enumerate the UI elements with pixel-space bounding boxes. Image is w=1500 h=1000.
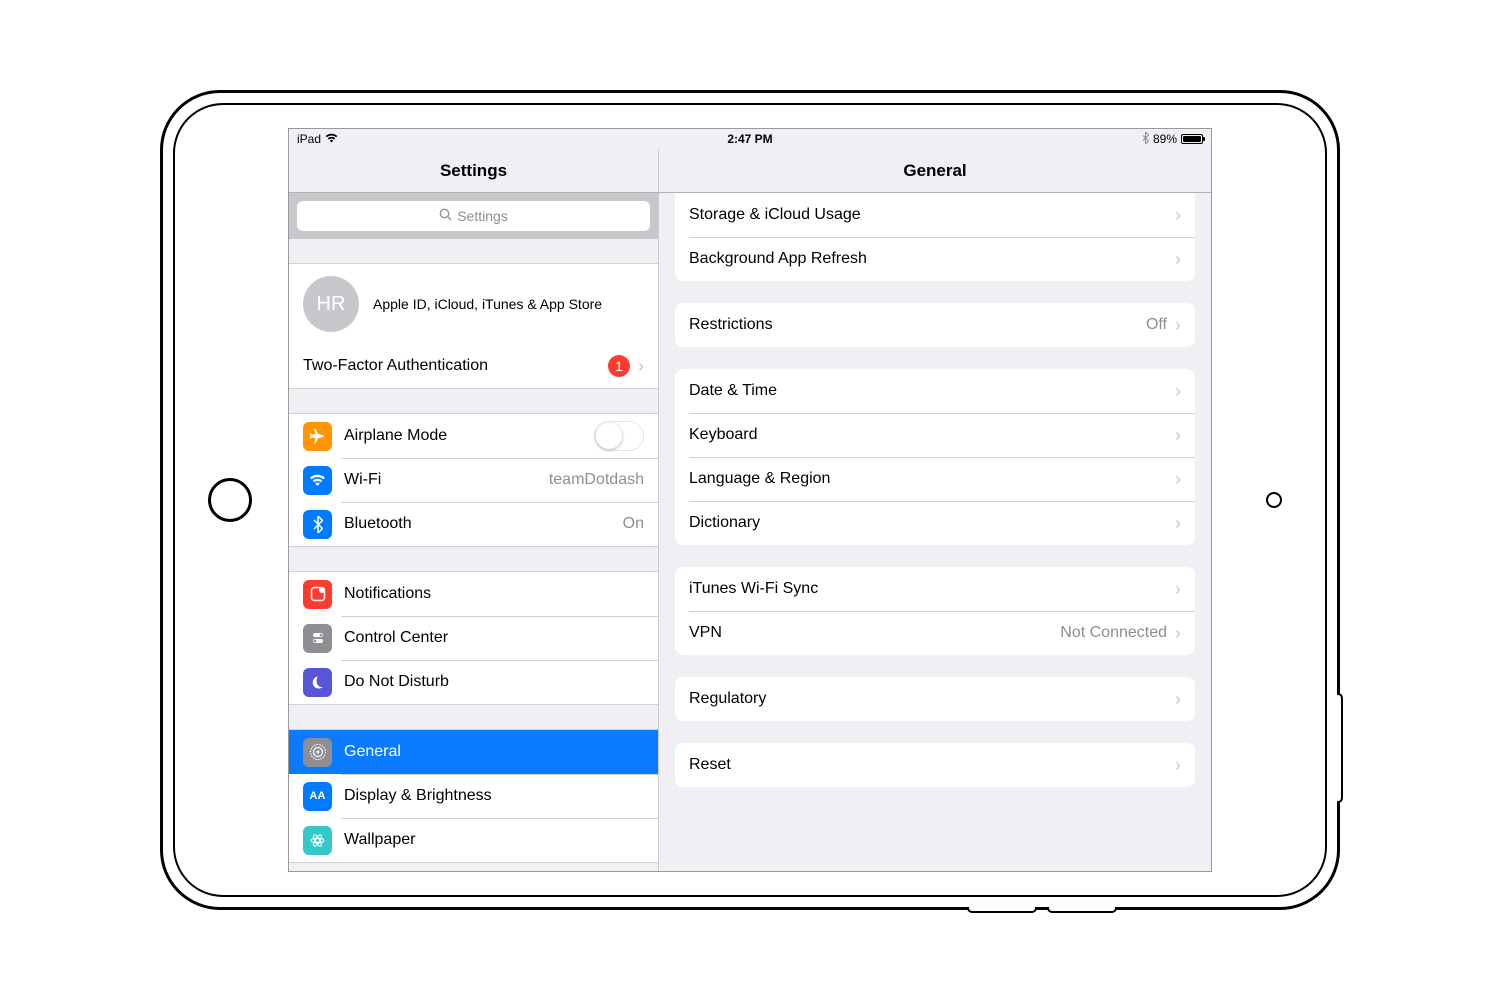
keyboard-label: Keyboard xyxy=(689,426,758,444)
general-row[interactable]: General xyxy=(289,730,658,774)
reset-label: Reset xyxy=(689,756,731,774)
battery-icon xyxy=(1181,134,1203,144)
reset-row[interactable]: Reset › xyxy=(675,743,1195,787)
storage-row[interactable]: Storage & iCloud Usage › xyxy=(675,193,1195,237)
chevron-right-icon: › xyxy=(1175,580,1181,598)
restrictions-label: Restrictions xyxy=(689,316,773,334)
status-bar: iPad 2:47 PM 89% xyxy=(289,129,1211,149)
two-factor-row[interactable]: Two-Factor Authentication 1 › xyxy=(289,344,658,388)
avatar: HR xyxy=(303,276,359,332)
control-center-icon xyxy=(303,624,332,653)
dnd-label: Do Not Disturb xyxy=(344,673,449,691)
bluetooth-label: Bluetooth xyxy=(344,515,412,533)
battery-percent: 89% xyxy=(1153,132,1177,146)
bluetooth-icon xyxy=(303,510,332,539)
wallpaper-label: Wallpaper xyxy=(344,831,415,849)
general-detail-pane: Storage & iCloud Usage › Background App … xyxy=(659,193,1211,871)
wifi-icon xyxy=(303,466,332,495)
bluetooth-status-icon xyxy=(1142,132,1149,147)
bluetooth-value: On xyxy=(623,515,644,533)
chevron-right-icon: › xyxy=(1175,426,1181,444)
search-placeholder: Settings xyxy=(457,208,508,224)
side-button xyxy=(1337,693,1343,803)
chevron-right-icon: › xyxy=(1175,470,1181,488)
dnd-row[interactable]: Do Not Disturb xyxy=(289,660,658,704)
vpn-label: VPN xyxy=(689,624,722,642)
front-camera xyxy=(1266,492,1282,508)
language-row[interactable]: Language & Region › xyxy=(675,457,1195,501)
notifications-icon xyxy=(303,580,332,609)
vpn-value: Not Connected xyxy=(1060,624,1167,642)
itunes-sync-label: iTunes Wi-Fi Sync xyxy=(689,580,818,598)
wallpaper-row[interactable]: Wallpaper xyxy=(289,818,658,862)
home-button[interactable] xyxy=(208,478,252,522)
settings-sidebar: Settings HR Apple ID, iCloud, iTunes & A… xyxy=(289,193,659,871)
dictionary-row[interactable]: Dictionary › xyxy=(675,501,1195,545)
chevron-right-icon: › xyxy=(638,357,644,375)
search-input[interactable]: Settings xyxy=(297,201,650,231)
notifications-label: Notifications xyxy=(344,585,431,603)
volume-buttons xyxy=(967,907,1117,913)
notification-badge: 1 xyxy=(608,355,630,377)
regulatory-row[interactable]: Regulatory › xyxy=(675,677,1195,721)
two-factor-label: Two-Factor Authentication xyxy=(303,357,488,375)
display-icon: AA xyxy=(303,782,332,811)
chevron-right-icon: › xyxy=(1175,316,1181,334)
device-label: iPad xyxy=(297,132,321,146)
display-label: Display & Brightness xyxy=(344,787,492,805)
storage-label: Storage & iCloud Usage xyxy=(689,206,861,224)
gear-icon xyxy=(303,738,332,767)
general-label: General xyxy=(344,743,401,761)
datetime-label: Date & Time xyxy=(689,382,777,400)
keyboard-row[interactable]: Keyboard › xyxy=(675,413,1195,457)
itunes-sync-row[interactable]: iTunes Wi-Fi Sync › xyxy=(675,567,1195,611)
chevron-right-icon: › xyxy=(1175,206,1181,224)
regulatory-label: Regulatory xyxy=(689,690,766,708)
chevron-right-icon: › xyxy=(1175,690,1181,708)
ipad-device-frame: iPad 2:47 PM 89% Settings General xyxy=(160,90,1340,910)
display-row[interactable]: AA Display & Brightness xyxy=(289,774,658,818)
chevron-right-icon: › xyxy=(1175,624,1181,642)
control-center-row[interactable]: Control Center xyxy=(289,616,658,660)
notifications-row[interactable]: Notifications xyxy=(289,572,658,616)
bgrefresh-label: Background App Refresh xyxy=(689,250,867,268)
airplane-icon xyxy=(303,422,332,451)
restrictions-value: Off xyxy=(1146,316,1167,334)
chevron-right-icon: › xyxy=(1175,514,1181,532)
apple-id-subtitle: Apple ID, iCloud, iTunes & App Store xyxy=(373,296,602,312)
datetime-row[interactable]: Date & Time › xyxy=(675,369,1195,413)
search-icon xyxy=(439,208,452,224)
bgrefresh-row[interactable]: Background App Refresh › xyxy=(675,237,1195,281)
language-label: Language & Region xyxy=(689,470,830,488)
wifi-label: Wi-Fi xyxy=(344,471,381,489)
vpn-row[interactable]: VPN Not Connected › xyxy=(675,611,1195,655)
clock: 2:47 PM xyxy=(727,132,772,146)
control-center-label: Control Center xyxy=(344,629,448,647)
airplane-toggle[interactable] xyxy=(594,421,644,451)
bluetooth-row[interactable]: Bluetooth On xyxy=(289,502,658,546)
chevron-right-icon: › xyxy=(1175,756,1181,774)
wifi-row[interactable]: Wi-Fi teamDotdash xyxy=(289,458,658,502)
moon-icon xyxy=(303,668,332,697)
detail-title: General xyxy=(659,149,1211,192)
wifi-status-icon xyxy=(325,133,338,146)
chevron-right-icon: › xyxy=(1175,382,1181,400)
sidebar-title: Settings xyxy=(289,149,659,192)
restrictions-row[interactable]: Restrictions Off › xyxy=(675,303,1195,347)
screen: iPad 2:47 PM 89% Settings General xyxy=(288,128,1212,872)
airplane-mode-row[interactable]: Airplane Mode xyxy=(289,414,658,458)
wifi-value: teamDotdash xyxy=(549,471,644,489)
dictionary-label: Dictionary xyxy=(689,514,760,532)
wallpaper-icon xyxy=(303,826,332,855)
airplane-label: Airplane Mode xyxy=(344,427,447,445)
apple-id-row[interactable]: HR Apple ID, iCloud, iTunes & App Store xyxy=(289,264,658,344)
chevron-right-icon: › xyxy=(1175,250,1181,268)
